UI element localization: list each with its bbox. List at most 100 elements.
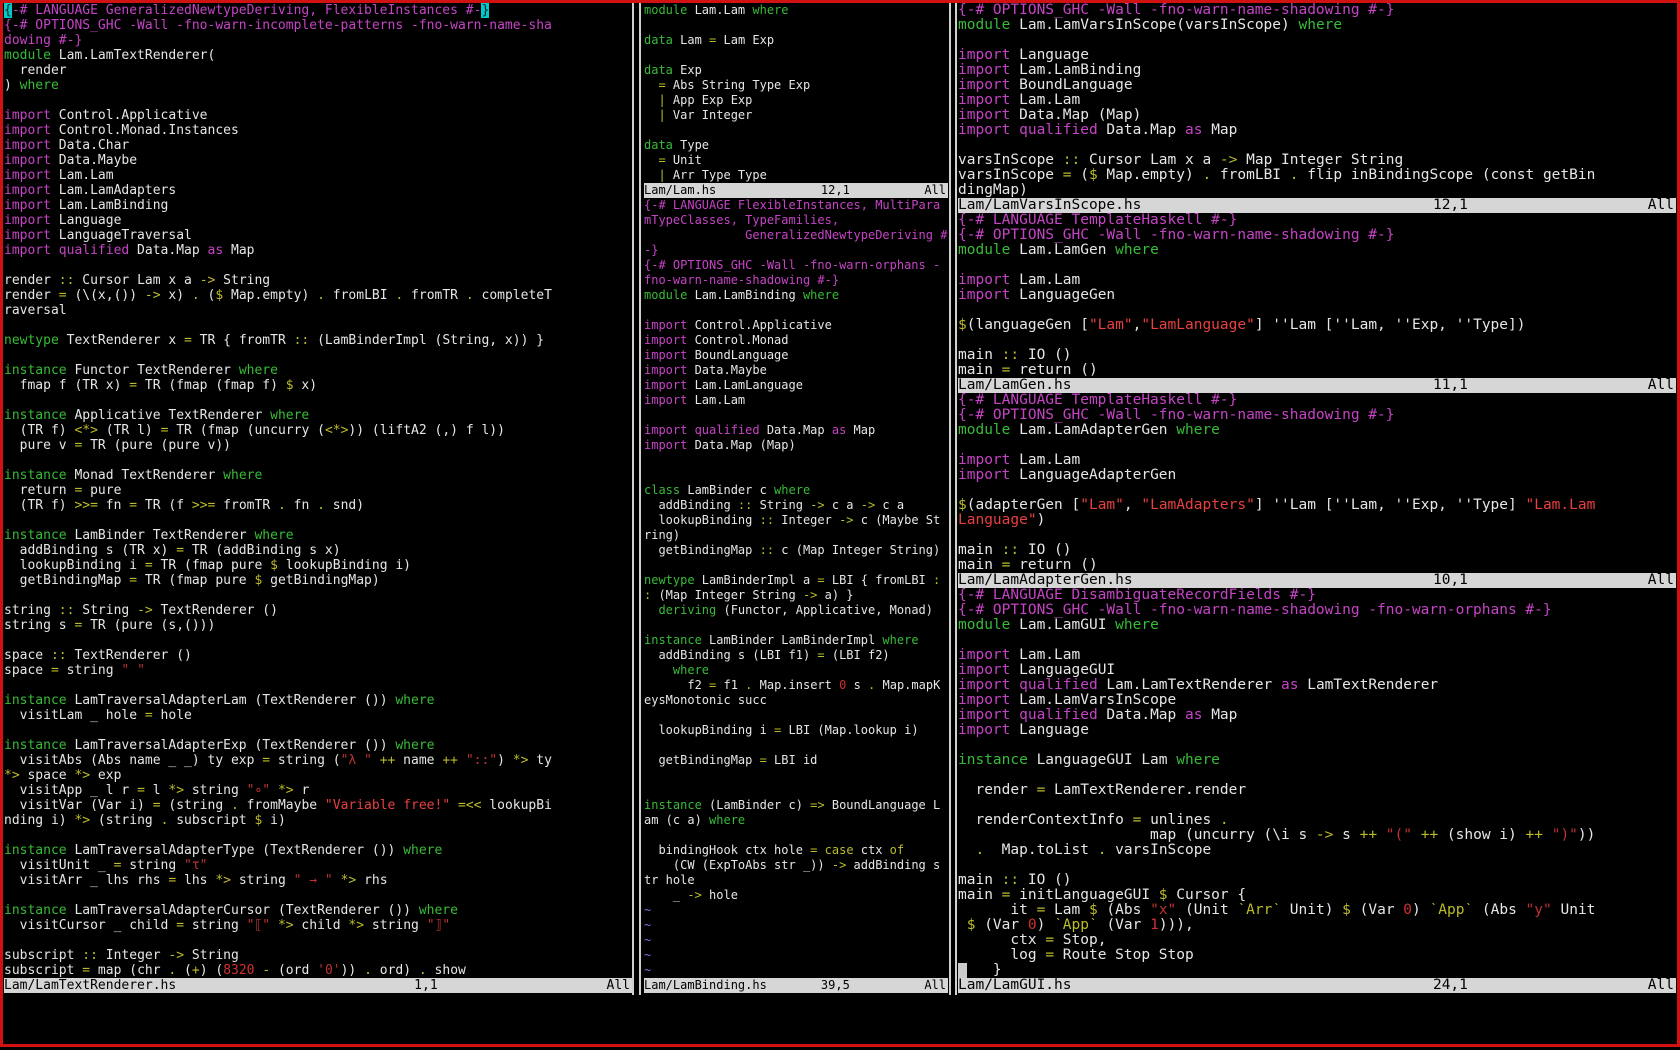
code-line: $(adapterGen ["Lam", "LamAdapters"] ''La…	[958, 498, 1676, 513]
code-token: show	[427, 963, 466, 978]
code-token: where	[395, 738, 434, 753]
code-line: instance Applicative TextRenderer where	[4, 408, 632, 423]
code-line: {-# LANGUAGE DisambiguateRecordFields #-…	[958, 588, 1676, 603]
code-token: (Var	[975, 918, 1027, 933]
code-token: =	[137, 783, 145, 798]
code-token: String	[752, 498, 810, 512]
code-token: import qualified	[4, 243, 129, 258]
code-token: import	[958, 723, 1010, 738]
code-token: :	[933, 573, 940, 587]
code-token: `Arr`	[1237, 903, 1281, 918]
code-token: ::	[760, 513, 774, 527]
vim-statusline[interactable]: Lam/Lam.hs 12,1 All	[644, 183, 948, 198]
code-line: mTypeClasses, TypeFamilies,	[644, 213, 948, 228]
code-line: {-# LANGUAGE TemplateHaskell #-}	[958, 393, 1676, 408]
code-token: =	[176, 918, 184, 933]
vim-statusline[interactable]: Lam/LamBinding.hs 39,5 All	[644, 978, 948, 993]
code-token: visitLam _ hole	[4, 708, 145, 723]
code-line	[4, 723, 632, 738]
code-token: a) }	[817, 588, 853, 602]
code-line: import Language	[4, 213, 632, 228]
code-token: completeT	[474, 288, 552, 303]
vim-statusline[interactable]: Lam/LamTextRenderer.hs 1,1 All	[4, 978, 632, 993]
code-token: import	[4, 168, 51, 183]
code-token: hole	[153, 708, 192, 723]
code-area-lambinding[interactable]: {-# LANGUAGE FlexibleInstances, MultiPar…	[644, 198, 948, 978]
code-area-lamadaptergen[interactable]: {-# LANGUAGE TemplateHaskell #-}{-# OPTI…	[958, 393, 1676, 573]
code-line	[4, 888, 632, 903]
code-token: =	[760, 753, 767, 767]
terminal-left: {-# LANGUAGE GeneralizedNewtypeDeriving,…	[4, 3, 632, 995]
code-token: Abs String Type Exp	[666, 78, 811, 92]
code-token: Lam.Lam	[1010, 273, 1080, 288]
code-token: =	[817, 648, 824, 662]
code-area-lamgen[interactable]: {-# LANGUAGE TemplateHaskell #-}{-# OPTI…	[958, 213, 1676, 378]
code-area-lamgui[interactable]: {-# LANGUAGE DisambiguateRecordFields #-…	[958, 588, 1676, 978]
code-token	[958, 918, 967, 933]
code-token: |	[658, 168, 665, 182]
code-token: Exp	[673, 63, 702, 77]
status-scroll-indicator: All	[906, 978, 948, 993]
code-token: module	[958, 243, 1010, 258]
vim-statusline[interactable]: Lam/LamAdapterGen.hs 10,1 All	[958, 573, 1676, 588]
code-token: Lam.LamAdapters	[51, 183, 176, 198]
code-line: main :: IO ()	[958, 348, 1676, 363]
code-token: ++	[1421, 828, 1438, 843]
code-token: where	[403, 843, 442, 858]
code-token: instance	[4, 738, 67, 753]
code-token: LanguageGen	[1010, 288, 1115, 303]
code-line: render :: Cursor Lam x a -> String	[4, 273, 632, 288]
code-token: LamTraversalAdapterCursor (TextRenderer …	[67, 903, 419, 918]
code-line: lookupBinding i = LBI (Map.lookup i)	[644, 723, 948, 738]
code-line: import qualified Data.Map as Map	[4, 243, 632, 258]
code-token: import	[4, 228, 51, 243]
code-token: .	[231, 798, 239, 813]
code-token: import	[644, 393, 687, 407]
code-line: (TR f) >>= fn = TR (f >>= fromTR . fn . …	[4, 498, 632, 513]
code-token: Type	[673, 138, 709, 152]
code-token: *>	[278, 918, 294, 933]
code-token: LamTraversalAdapterType (TextRenderer ()…	[67, 843, 404, 858]
vim-statusline[interactable]: Lam/LamGen.hs 11,1 All	[958, 378, 1676, 393]
vim-split-lamgen: {-# LANGUAGE TemplateHaskell #-}{-# OPTI…	[958, 213, 1676, 393]
code-token: {-# LANGUAGE FlexibleInstances, MultiPar…	[644, 198, 940, 212]
code-token: render	[4, 288, 59, 303]
code-token: f2	[644, 678, 709, 692]
code-token: import	[4, 153, 51, 168]
code-line: {-# OPTIONS_GHC -Wall -fno-warn-orphans …	[644, 258, 948, 273]
vim-split-lamvarsinscope: {-# OPTIONS_GHC -Wall -fno-warn-name-sha…	[958, 3, 1676, 213]
code-token: c (Maybe St	[854, 513, 941, 527]
code-area-lamtextrenderer[interactable]: {-# LANGUAGE GeneralizedNewtypeDeriving,…	[4, 3, 632, 978]
code-line: import Lam.Lam	[958, 453, 1676, 468]
status-cursor-position: 1,1	[414, 978, 590, 993]
code-token: render	[958, 783, 1037, 798]
code-token: =<<	[458, 798, 481, 813]
code-token: string (	[270, 753, 340, 768]
code-line: string s = TR (pure (s,()))	[4, 618, 632, 633]
code-token: ::	[1063, 153, 1080, 168]
code-token: space	[4, 648, 51, 663]
code-line: main :: IO ()	[958, 543, 1676, 558]
code-line: newtype LamBinderImpl a = LBI { fromLBI …	[644, 573, 948, 588]
code-token	[458, 753, 466, 768]
code-line	[644, 768, 948, 783]
code-token: ->	[832, 858, 846, 872]
vim-statusline[interactable]: Lam/LamGUI.hs 24,1 All	[958, 978, 1676, 993]
code-token: "Variable free!"	[325, 798, 450, 813]
status-scroll-indicator: All	[906, 183, 948, 198]
code-token: Language"	[958, 513, 1037, 528]
code-area-lamvarsinscope[interactable]: {-# OPTIONS_GHC -Wall -fno-warn-name-sha…	[958, 3, 1676, 198]
vim-statusline[interactable]: Lam/LamVarsInScope.hs 12,1 All	[958, 198, 1676, 213]
code-token	[270, 918, 278, 933]
code-line	[958, 483, 1676, 498]
code-token: lookupBi	[481, 798, 551, 813]
code-line: import Lam.Lam	[958, 93, 1676, 108]
code-token: (Functor, Applicative, Monad)	[716, 603, 933, 617]
code-token: instance	[4, 468, 67, 483]
code-token: ::	[1002, 543, 1019, 558]
code-token: ::	[1002, 348, 1019, 363]
vim-split-lamgui: {-# LANGUAGE DisambiguateRecordFields #-…	[958, 588, 1676, 993]
code-token: lookupBinding i	[4, 558, 145, 573]
code-line: import LanguageTraversal	[4, 228, 632, 243]
code-area-lam[interactable]: module Lam.Lam where data Lam = Lam Exp …	[644, 3, 948, 183]
